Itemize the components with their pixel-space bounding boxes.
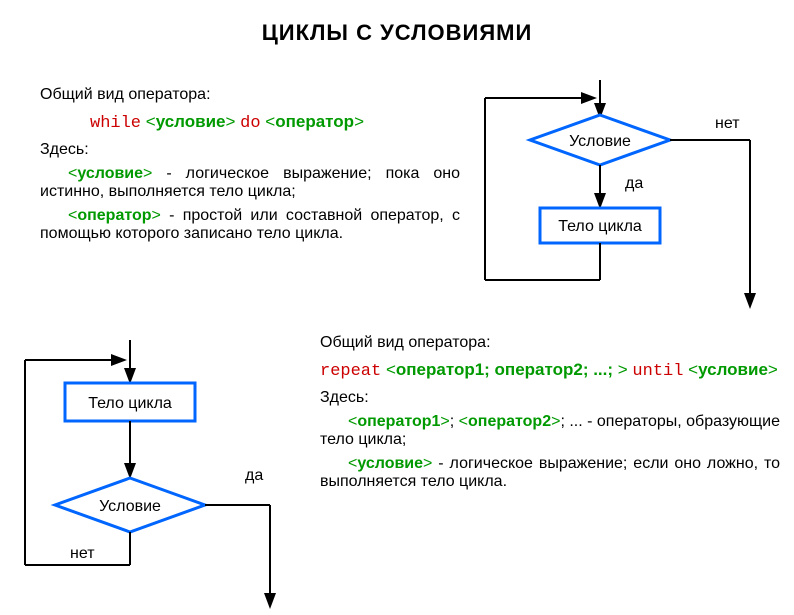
repeat-intro: Общий вид оператора:: [320, 334, 780, 352]
while-syntax: while <условие> do <оператор>: [90, 112, 460, 133]
repeat-section: Общий вид оператора: repeat <оператор1; …: [320, 328, 780, 497]
kw-until: until: [632, 362, 683, 381]
kw-while: while: [90, 114, 141, 133]
repeat-cond-desc: <условие> - логическое выражение; если о…: [320, 455, 780, 491]
svg-text:да: да: [625, 175, 643, 192]
svg-text:Условие: Условие: [569, 133, 631, 150]
angle-open2: <: [265, 112, 275, 131]
angle-close: >: [226, 112, 241, 131]
page-title: ЦИКЛЫ С УСЛОВИЯМИ: [0, 0, 794, 46]
svg-text:Тело цикла: Тело цикла: [88, 395, 172, 412]
while-op: оператор: [275, 112, 354, 131]
svg-text:Тело цикла: Тело цикла: [558, 218, 642, 235]
while-flowchart: Условие да Тело цикла нет: [460, 80, 780, 315]
repeat-ops-desc: <оператор1>; <оператор2>; ... - оператор…: [320, 413, 780, 449]
svg-text:да: да: [245, 467, 263, 484]
repeat-flowchart: Тело цикла Условие да нет: [10, 340, 310, 615]
while-op-desc: <оператор> - простой или составной опера…: [40, 207, 460, 243]
kw-repeat: repeat: [320, 362, 381, 381]
kw-do: do: [240, 114, 260, 133]
while-here: Здесь:: [40, 141, 460, 159]
while-intro: Общий вид оператора:: [40, 86, 460, 104]
angle-close2: >: [354, 112, 364, 131]
svg-text:нет: нет: [715, 115, 740, 132]
angle-open: <: [146, 112, 156, 131]
repeat-syntax: repeat <оператор1; оператор2; ...; > unt…: [320, 360, 780, 381]
svg-text:нет: нет: [70, 545, 95, 562]
svg-text:Условие: Условие: [99, 498, 161, 515]
while-cond: условие: [156, 112, 226, 131]
while-section: Общий вид оператора: while <условие> do …: [40, 80, 460, 249]
while-cond-desc: <условие> - логическое выражение; пока о…: [40, 165, 460, 201]
repeat-here: Здесь:: [320, 389, 780, 407]
